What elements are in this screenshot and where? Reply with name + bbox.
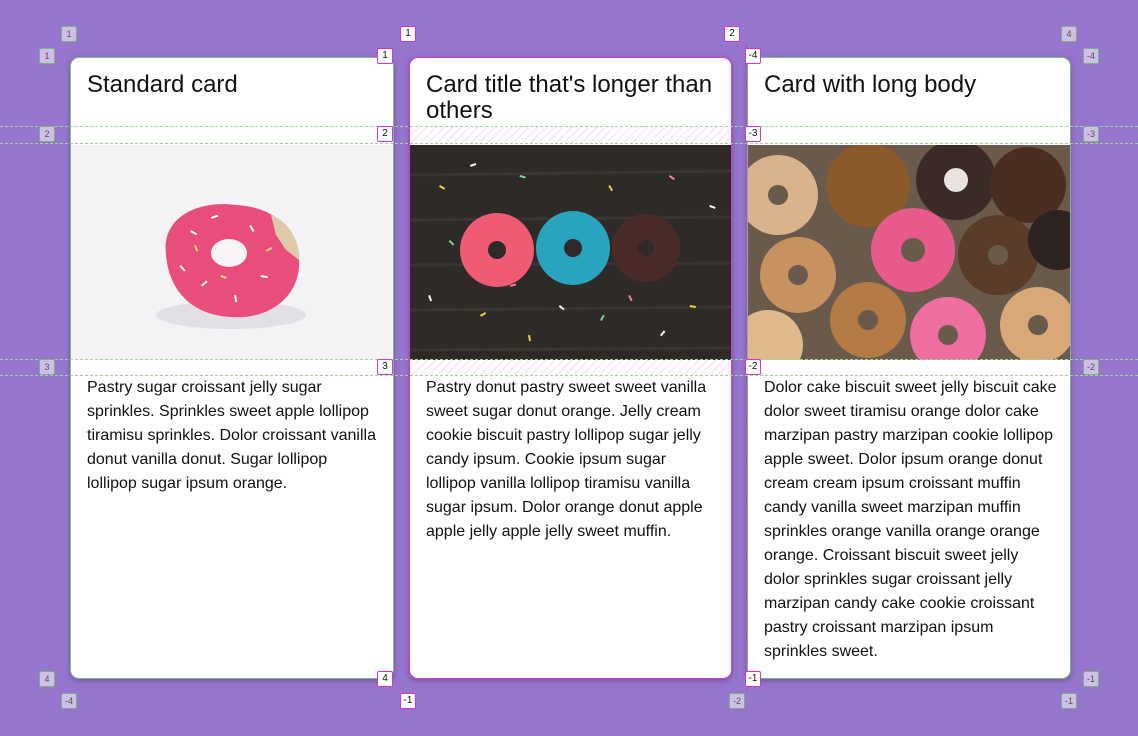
grid-row-marker: -3 — [1083, 126, 1099, 142]
grid-row-marker-active: 4 — [377, 671, 393, 687]
grid-column-marker: -2 — [729, 693, 745, 709]
grid-column-marker: 4 — [1061, 26, 1077, 42]
card-title: Standard card — [87, 71, 238, 98]
card-image-three-donuts — [410, 145, 731, 360]
card-title: Card with long body — [764, 71, 977, 98]
grid-row-marker: -4 — [1083, 48, 1099, 64]
grid-row-marker-active: -3 — [745, 126, 761, 142]
grid-gap-hatch — [409, 360, 732, 375]
card-body: Dolor cake biscuit sweet jelly biscuit c… — [764, 379, 1057, 660]
card-title: Card title that's longer than others — [426, 71, 713, 124]
grid-row-marker: 4 — [39, 671, 55, 687]
grid-row-marker-active: 1 — [377, 48, 393, 64]
grid-column-marker-active: 1 — [400, 26, 416, 42]
grid-gap-hatch — [409, 127, 732, 143]
grid-row-marker: 3 — [39, 359, 55, 375]
grid-row-line — [0, 143, 1138, 144]
card-body: Pastry sugar croissant jelly sugar sprin… — [87, 379, 376, 492]
grid-row-marker-active: -4 — [745, 48, 761, 64]
grid-column-marker: 1 — [61, 26, 77, 42]
grid-row-marker: 2 — [39, 126, 55, 142]
card-image-assorted-donuts — [748, 145, 1070, 360]
grid-column-marker-active: 2 — [724, 26, 740, 42]
grid-row-marker: -1 — [1083, 671, 1099, 687]
grid-row-marker-active: -1 — [745, 671, 761, 687]
card-body: Pastry donut pastry sweet sweet vanilla … — [426, 379, 707, 540]
grid-row-marker-active: 2 — [377, 126, 393, 142]
long-body-card: Card with long body Dolor cake biscuit s… — [747, 57, 1071, 679]
grid-column-marker: -4 — [61, 693, 77, 709]
grid-row-marker: 1 — [39, 48, 55, 64]
standard-card: Standard card Pastry sugar croissant jel… — [70, 57, 394, 679]
grid-row-marker-active: 3 — [377, 359, 393, 375]
grid-row-marker-active: -2 — [745, 359, 761, 375]
grid-row-marker: -2 — [1083, 359, 1099, 375]
grid-column-marker-active: -1 — [400, 693, 416, 709]
grid-column-marker: -1 — [1061, 693, 1077, 709]
card-image-pink-donut — [71, 145, 393, 360]
grid-row-line — [0, 375, 1138, 376]
